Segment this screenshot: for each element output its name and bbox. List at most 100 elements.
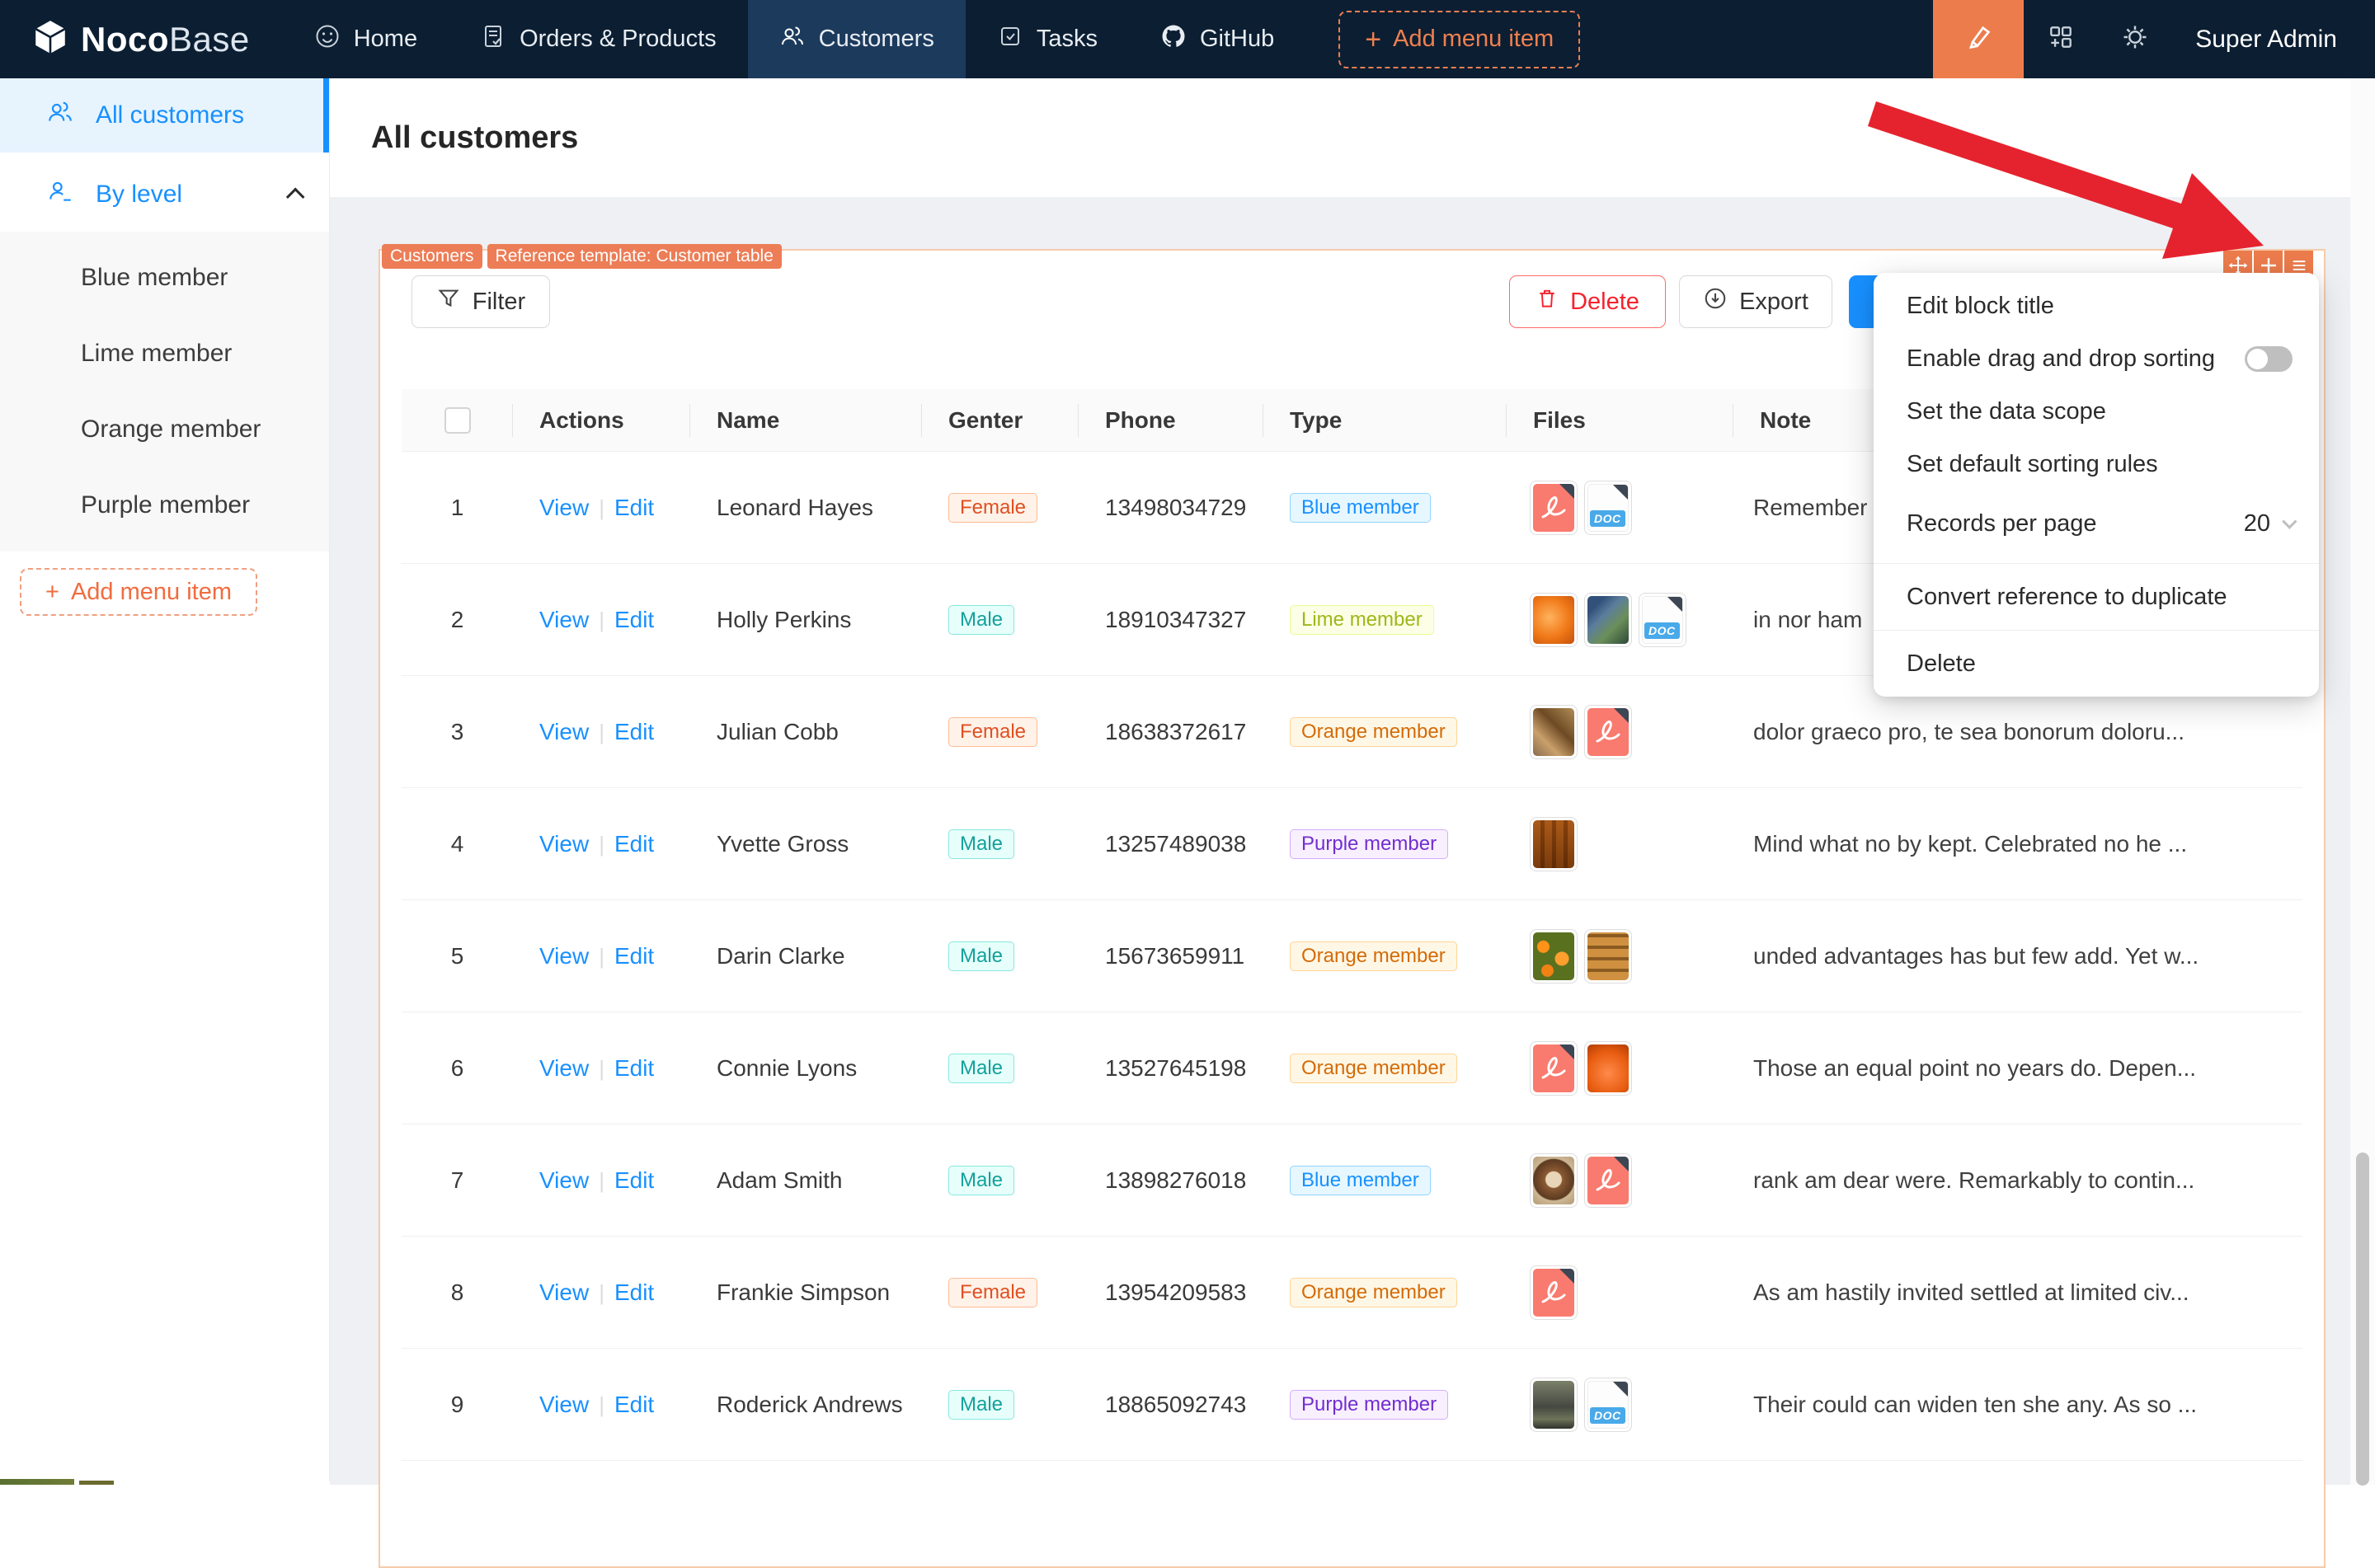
gender-cell: Male [922,941,1079,971]
view-link[interactable]: View [539,1279,589,1305]
note-cell: unded advantages has but few add. Yet w.… [1753,942,2199,969]
view-link[interactable]: View [539,1392,589,1417]
file-thumbnail[interactable] [1584,928,1632,984]
row-index: 7 [450,1167,464,1193]
scrollbar-thumb[interactable] [2356,1153,2369,1486]
link-separator: | [599,831,604,857]
file-thumbnail[interactable] [1530,928,1578,984]
pdf-file-icon[interactable] [1530,480,1578,535]
menu-item-edit-block-title[interactable]: Edit block title [1874,279,2319,332]
type-cell: Orange member [1263,1277,1507,1307]
doc-file-icon[interactable]: DOC [1584,1377,1632,1432]
nav-item-orders-products[interactable]: Orders & Products [449,0,748,78]
drag-sorting-toggle[interactable] [2245,345,2293,372]
view-link[interactable]: View [539,1167,589,1193]
view-link[interactable]: View [539,719,589,744]
pdf-file-icon[interactable] [1584,704,1632,759]
menu-item-set-sorting-rules[interactable]: Set default sorting rules [1874,438,2319,491]
edit-link[interactable]: Edit [614,1279,654,1305]
view-link[interactable]: View [539,607,589,632]
doc-file-icon[interactable]: DOC [1584,480,1632,535]
settings-gear-button[interactable] [2098,0,2172,78]
highlighter-pen-icon [1963,22,1993,56]
edit-link[interactable]: Edit [614,943,654,969]
filter-button[interactable]: Filter [412,275,550,328]
row-actions: View | Edit [513,607,690,633]
nav-item-customers[interactable]: Customers [747,0,966,78]
pdf-file-icon[interactable] [1530,1265,1578,1320]
delete-button[interactable]: Delete [1509,275,1666,328]
file-thumbnail[interactable] [1530,592,1578,647]
pdf-file-icon[interactable] [1530,1040,1578,1096]
row-index: 4 [450,830,464,857]
plugin-manager-button[interactable] [2024,0,2098,78]
view-link[interactable]: View [539,1055,589,1081]
member-type-tag: Orange member [1290,1053,1457,1083]
member-type-tag: Lime member [1290,604,1434,635]
edit-link[interactable]: Edit [614,831,654,857]
menu-item-set-data-scope[interactable]: Set the data scope [1874,385,2319,438]
edit-link[interactable]: Edit [614,1055,654,1081]
customers-team-icon [779,23,806,56]
view-link[interactable]: View [539,495,589,520]
sidebar-item-by-level[interactable]: By level [0,157,329,232]
file-thumbnail[interactable] [1530,1377,1578,1432]
edit-link[interactable]: Edit [614,1167,654,1193]
view-link[interactable]: View [539,831,589,857]
link-separator: | [599,719,604,744]
user-menu[interactable]: Super Admin [2172,26,2375,54]
customer-name: Adam Smith [717,1167,843,1193]
sidebar-item-all-customers[interactable]: All customers [0,78,329,153]
main-nav: Home Orders & Products Customers Tasks G… [283,0,1306,78]
table-row: 5 View | Edit Darin Clarke Male 15673659911 Ora… [402,900,2302,1012]
user-switch-icon [46,177,74,212]
sidebar-item-purple-member[interactable]: Purple member [0,467,329,543]
file-thumbnail[interactable] [1530,704,1578,759]
nocobase-logo[interactable]: NocoBase [0,18,283,60]
sidebar-item-blue-member[interactable]: Blue member [0,240,329,316]
sidebar-item-orange-member[interactable]: Orange member [0,392,329,467]
file-thumbnail[interactable] [1530,1153,1578,1208]
nav-item-tasks[interactable]: Tasks [966,0,1129,78]
view-link[interactable]: View [539,943,589,969]
pdf-file-icon[interactable] [1584,1153,1632,1208]
menu-item-records-per-page[interactable]: Records per page 20 [1874,491,2319,556]
phone-number: 18865092743 [1105,1391,1247,1417]
type-cell: Purple member [1263,829,1507,859]
export-button[interactable]: Export [1679,275,1832,328]
table-row: 7 View | Edit Adam Smith Male 13898276018 Blue … [402,1124,2302,1237]
gender-tag: Female [948,1277,1038,1307]
ui-editor-button[interactable] [1933,0,2025,78]
menu-item-convert-reference[interactable]: Convert reference to duplicate [1874,570,2319,623]
sidebar-item-lime-member[interactable]: Lime member [0,316,329,392]
phone-number: 13527645198 [1105,1054,1247,1081]
file-thumbnail[interactable] [1584,1040,1632,1096]
download-circle-icon [1703,286,1728,317]
nav-add-menu-item-button[interactable]: + Add menu item [1338,10,1581,68]
edit-link[interactable]: Edit [614,1392,654,1417]
menu-item-delete-block[interactable]: Delete [1874,637,2319,690]
edit-link[interactable]: Edit [614,495,654,520]
file-thumbnail[interactable] [1530,816,1578,871]
note-cell: Those an equal point no years do. Depen.… [1753,1054,2197,1081]
gender-cell: Male [922,1389,1079,1420]
phone-number: 18638372617 [1105,718,1247,744]
background-image-edge [79,1481,114,1485]
phone-number: 13257489038 [1105,830,1247,857]
files-cell: DOC [1507,592,1733,647]
file-thumbnail[interactable] [1584,592,1632,647]
row-actions: View | Edit [513,1279,690,1306]
nav-item-github[interactable]: GitHub [1129,0,1305,78]
nav-item-home[interactable]: Home [283,0,449,78]
select-all-checkbox[interactable] [444,406,471,434]
member-type-tag: Orange member [1290,1277,1457,1307]
gender-tag: Male [948,1165,1015,1195]
records-per-page-select[interactable]: 20 [2244,510,2297,538]
doc-file-icon[interactable]: DOC [1639,592,1686,647]
type-cell: Blue member [1263,492,1507,523]
edit-link[interactable]: Edit [614,719,654,744]
gender-cell: Female [922,716,1079,747]
sidebar-add-menu-item-button[interactable]: + Add menu item [20,568,257,616]
edit-link[interactable]: Edit [614,607,654,632]
menu-item-enable-drag-sorting[interactable]: Enable drag and drop sorting [1874,332,2319,385]
